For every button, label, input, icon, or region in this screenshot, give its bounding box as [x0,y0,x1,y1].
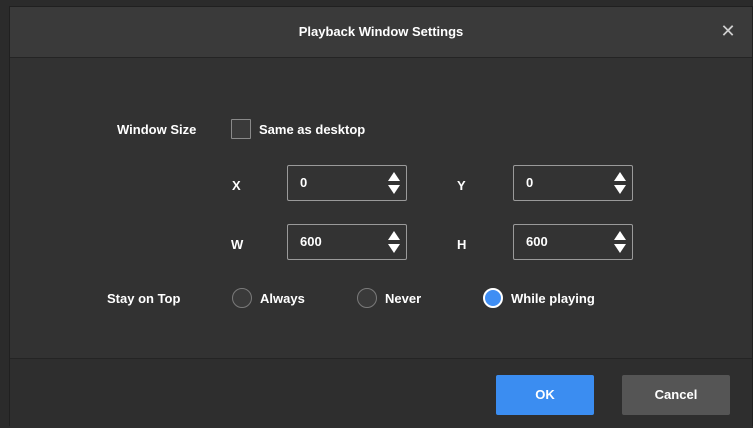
radio-always-label[interactable]: Always [260,291,305,306]
h-label: H [457,237,467,252]
same-as-desktop-label[interactable]: Same as desktop [259,122,365,137]
radio-always[interactable] [232,288,252,308]
window-size-label: Window Size [117,122,197,137]
h-value[interactable]: 600 [526,225,548,259]
x-decrement-icon[interactable] [388,185,400,194]
h-increment-icon[interactable] [614,231,626,240]
x-value[interactable]: 0 [300,166,307,200]
dialog-titlebar: Playback Window Settings ✕ [10,7,752,58]
radio-never[interactable] [357,288,377,308]
dialog-body: Window Size Same as desktop X 0 Y 0 W 60… [10,58,752,358]
w-spinbox[interactable]: 600 [287,224,407,260]
y-spinbox[interactable]: 0 [513,165,633,201]
stay-on-top-label: Stay on Top [107,291,181,306]
h-spinbox[interactable]: 600 [513,224,633,260]
y-label: Y [457,178,466,193]
w-label: W [231,237,244,252]
playback-window-settings-dialog: Playback Window Settings ✕ Window Size S… [9,6,753,428]
w-decrement-icon[interactable] [388,244,400,253]
y-increment-icon[interactable] [614,172,626,181]
same-as-desktop-checkbox[interactable] [231,119,251,139]
close-icon[interactable]: ✕ [718,21,738,41]
h-decrement-icon[interactable] [614,244,626,253]
radio-while-playing-label[interactable]: While playing [511,291,595,306]
cancel-button[interactable]: Cancel [622,375,730,415]
ok-button[interactable]: OK [496,375,594,415]
dialog-title: Playback Window Settings [298,24,464,39]
x-label: X [232,178,241,193]
x-spinbox[interactable]: 0 [287,165,407,201]
w-increment-icon[interactable] [388,231,400,240]
y-value[interactable]: 0 [526,166,533,200]
y-decrement-icon[interactable] [614,185,626,194]
x-increment-icon[interactable] [388,172,400,181]
radio-never-label[interactable]: Never [385,291,421,306]
w-value[interactable]: 600 [300,225,322,259]
dialog-footer: OK Cancel [10,358,752,428]
radio-while-playing[interactable] [483,288,503,308]
